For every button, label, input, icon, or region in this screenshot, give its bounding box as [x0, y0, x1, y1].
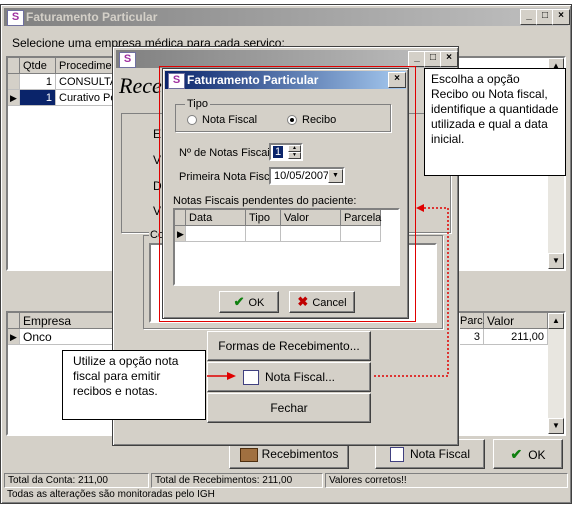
arrowhead-icon	[416, 204, 424, 212]
dotted-connector	[374, 207, 449, 377]
annotation-arrows	[207, 204, 449, 380]
arrowhead-icon	[227, 372, 236, 380]
